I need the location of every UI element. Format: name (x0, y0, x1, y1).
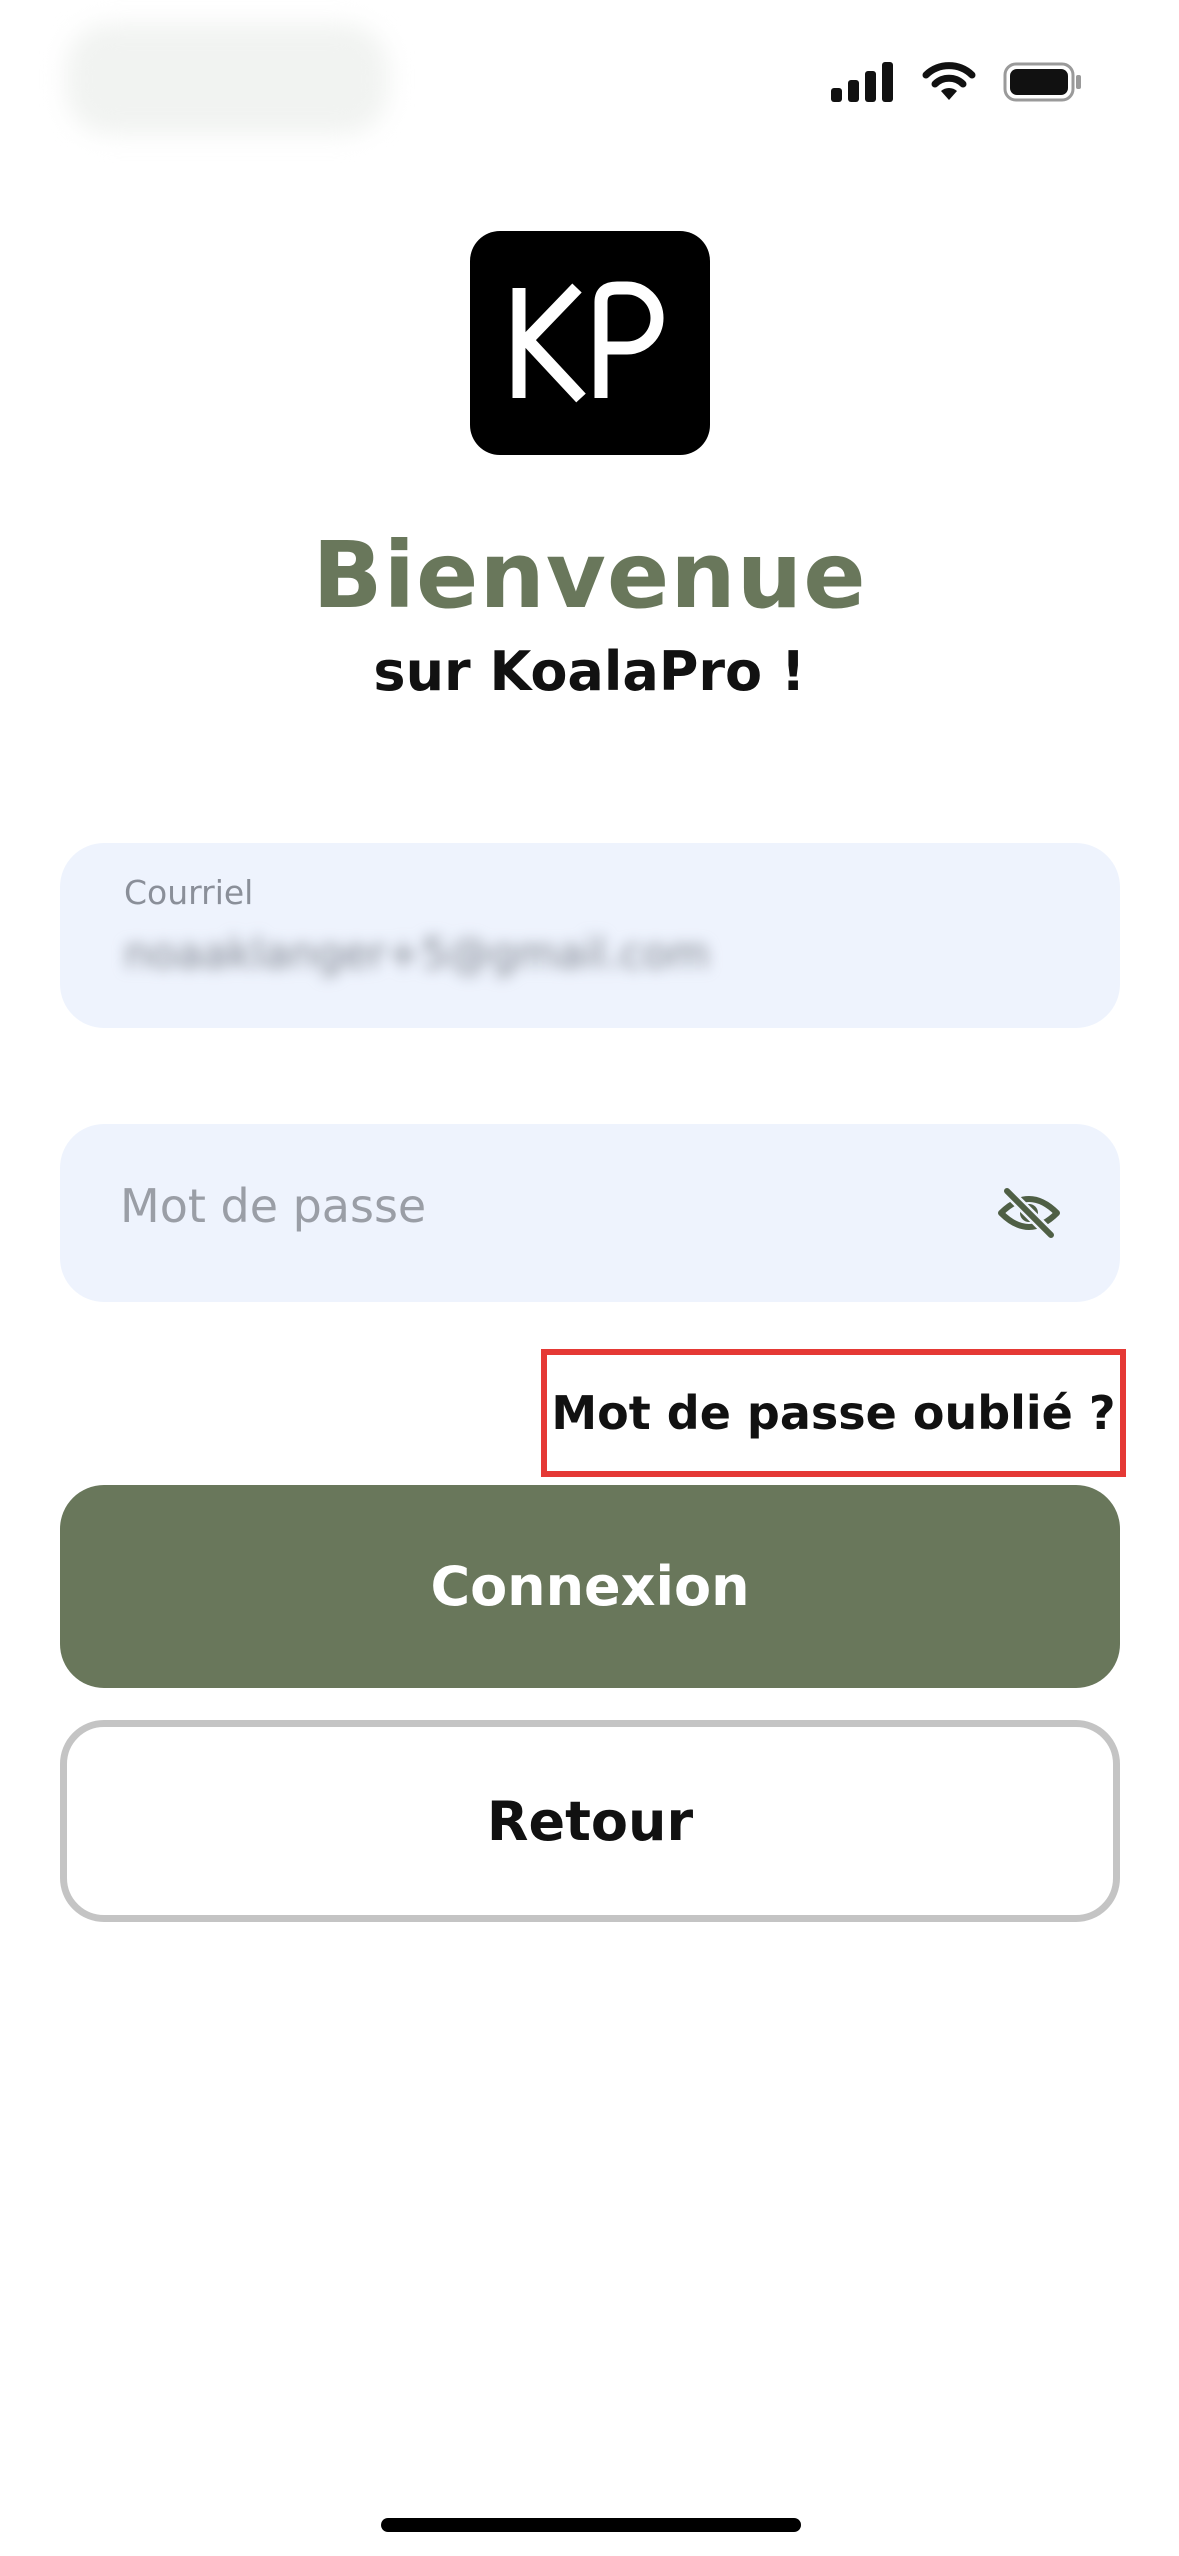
password-field[interactable]: Mot de passe (60, 1124, 1120, 1302)
login-button[interactable]: Connexion (60, 1485, 1120, 1688)
email-field-label: Courriel (124, 873, 254, 912)
wifi-icon (921, 62, 977, 102)
kp-logo-mark (512, 281, 664, 403)
signal-icon (831, 62, 895, 102)
status-bar-icons (831, 62, 1083, 102)
password-placeholder: Mot de passe (120, 1179, 427, 1233)
back-button[interactable]: Retour (60, 1720, 1120, 1922)
eye-off-icon[interactable] (994, 1181, 1064, 1245)
login-button-label: Connexion (430, 1555, 750, 1618)
welcome-subtitle: sur KoalaPro ! (373, 640, 806, 703)
back-button-label: Retour (486, 1789, 694, 1853)
forgot-password-link[interactable]: Mot de passe oublié ? (551, 1386, 1115, 1440)
email-field-value: noaaklanger+5@gmail.com (124, 929, 710, 978)
app-logo (470, 231, 710, 455)
email-field[interactable]: Courriel noaaklanger+5@gmail.com (60, 843, 1120, 1028)
login-screen: Bienvenue sur KoalaPro ! Courriel noaakl… (0, 0, 1179, 2556)
status-time-blurred (66, 24, 388, 134)
home-indicator[interactable] (381, 2518, 801, 2532)
forgot-password-highlight: Mot de passe oublié ? (541, 1349, 1126, 1477)
battery-icon (1003, 62, 1083, 102)
welcome-title: Bienvenue (312, 522, 867, 629)
